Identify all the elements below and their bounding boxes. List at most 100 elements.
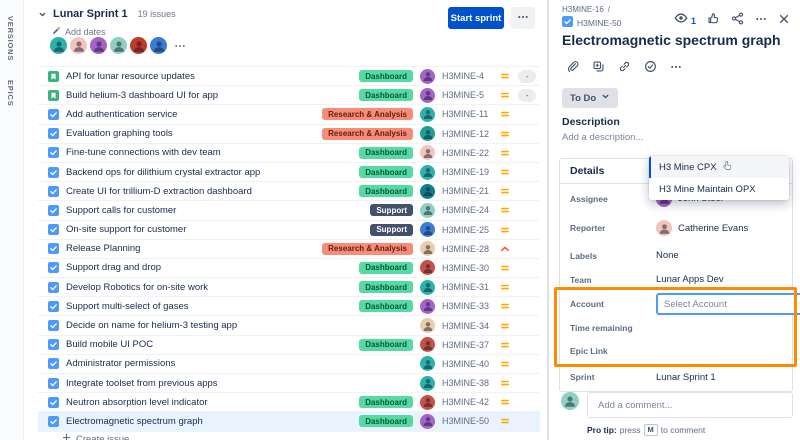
issue-row[interactable]: Electromagnetic spectrum graphDashboardH… (38, 412, 540, 431)
assignee-avatar[interactable] (420, 88, 435, 103)
assignee-avatar[interactable] (420, 280, 435, 295)
issue-title-field[interactable]: Electromagnetic spectrum graph (562, 32, 794, 48)
thumbs-up-icon (707, 12, 720, 30)
assignee-avatar[interactable] (420, 299, 435, 314)
issue-row[interactable]: Evaluation graphing toolsResearch & Anal… (38, 125, 540, 144)
issue-key: H3MINE-11 (442, 109, 492, 119)
field-value-text: Lunar Apps Dev (656, 274, 724, 285)
account-option[interactable]: H3 Mine Maintain OPX (649, 178, 789, 200)
comment-area (561, 392, 793, 418)
attachment-button[interactable] (560, 58, 584, 78)
account-label: Account (570, 299, 656, 309)
issue-row[interactable]: Integrate toolset from previous appsH3MI… (38, 374, 540, 393)
issue-row[interactable]: Backend ops for dilithium crystal extrac… (38, 163, 540, 182)
issue-title: Create UI for trillium-D extraction dash… (66, 186, 352, 197)
members-more-button[interactable] (174, 40, 186, 52)
assignee-avatar[interactable] (420, 241, 435, 256)
issue-row[interactable]: Neutron absorption level indicatorDashbo… (38, 393, 540, 412)
account-select-input[interactable] (656, 293, 800, 315)
assignee-avatar[interactable] (420, 337, 435, 352)
rail-epics-panel[interactable]: EPICS (6, 80, 15, 107)
issue-row[interactable]: Develop Robotics for on-site workDashboa… (38, 278, 540, 297)
epic-tag: Dashboard (359, 70, 413, 82)
issue-row[interactable]: Build helium-3 dashboard UI for appDashb… (38, 86, 540, 105)
toolbar-more-button[interactable] (664, 58, 688, 78)
priority-medium-icon (499, 301, 511, 311)
issue-row[interactable]: Fine-tune connections with dev teamDashb… (38, 144, 540, 163)
issue-row[interactable]: Support calls for customerSupportH3MINE-… (38, 201, 540, 220)
add-child-issue-button[interactable] (586, 58, 610, 78)
sprint-value[interactable]: Lunar Sprint 1 (656, 372, 788, 383)
breadcrumb-parent-key[interactable]: H3MINE-16 (562, 5, 604, 14)
assignee-avatar[interactable] (420, 69, 435, 84)
issue-row[interactable]: API for lunar resource updatesDashboardH… (38, 67, 540, 86)
assignee-avatar[interactable] (420, 165, 435, 180)
checklist-button[interactable] (638, 58, 662, 78)
issue-row[interactable]: On-site support for customerSupportH3MIN… (38, 221, 540, 240)
like-button[interactable] (707, 12, 720, 30)
issue-row[interactable]: Support multi-select of gasesDashboardH3… (38, 297, 540, 316)
breadcrumb: H3MINE-16 / (562, 5, 610, 14)
assignee-avatar[interactable] (420, 318, 435, 333)
estimate-badge[interactable]: - (518, 70, 536, 83)
assignee-avatar[interactable] (420, 126, 435, 141)
start-sprint-button[interactable]: Start sprint (448, 7, 504, 29)
panel-more-button[interactable] (755, 12, 767, 30)
field-value[interactable]: None (656, 250, 788, 261)
issue-title: Decide on name for helium-3 testing app (66, 320, 413, 331)
member-avatar[interactable] (70, 37, 87, 54)
link-issue-button[interactable] (612, 58, 636, 78)
issue-row[interactable]: Build mobile UI POCDashboardH3MINE-37 (38, 336, 540, 355)
issue-row[interactable]: Create UI for trillium-D extraction dash… (38, 182, 540, 201)
issue-row[interactable]: Administrator permissionsH3MINE-40 (38, 355, 540, 374)
assignee-avatar[interactable] (420, 145, 435, 160)
comment-input[interactable] (587, 392, 793, 418)
member-avatar[interactable] (150, 37, 167, 54)
watch-count: 1 (691, 16, 696, 26)
task-icon (48, 243, 59, 254)
assignee-avatar[interactable] (420, 184, 435, 199)
field-value[interactable]: Lunar Apps Dev (656, 274, 788, 285)
field-value[interactable]: Catherine Evans (656, 220, 788, 236)
assignee-avatar[interactable] (420, 222, 435, 237)
issue-row[interactable]: Decide on name for helium-3 testing appH… (38, 316, 540, 335)
issue-key-link[interactable]: H3MINE-50 (577, 18, 621, 28)
issue-key: H3MINE-33 (442, 301, 492, 311)
chevron-down-icon[interactable] (38, 10, 47, 19)
add-dates-button[interactable]: Add dates (52, 26, 106, 37)
priority-medium-icon (499, 71, 511, 81)
sprint-field-row: Sprint Lunar Sprint 1 (560, 363, 792, 391)
description-heading: Description (562, 116, 620, 128)
member-avatar[interactable] (50, 37, 67, 54)
watch-button[interactable]: 1 (674, 11, 696, 30)
assignee-avatar[interactable] (420, 203, 435, 218)
assignee-avatar[interactable] (420, 260, 435, 275)
details-title: Details (570, 165, 604, 177)
status-dropdown-button[interactable]: To Do (562, 88, 618, 108)
epic-tag: Dashboard (359, 339, 413, 351)
close-panel-button[interactable] (778, 12, 790, 30)
issue-row[interactable]: Support drag and dropDashboardH3MINE-30 (38, 259, 540, 278)
share-button[interactable] (731, 12, 744, 30)
assignee-avatar[interactable] (420, 395, 435, 410)
assignee-avatar[interactable] (420, 376, 435, 391)
issue-row[interactable]: Release PlanningResearch & AnalysisH3MIN… (38, 240, 540, 259)
rail-versions-panel[interactable]: VERSIONS (6, 16, 15, 61)
member-avatar[interactable] (110, 37, 127, 54)
issue-title: Release Planning (66, 243, 315, 254)
member-avatar[interactable] (130, 37, 147, 54)
estimate-badge[interactable]: - (518, 89, 536, 102)
assignee-avatar[interactable] (420, 414, 435, 429)
sprint-more-button[interactable] (511, 7, 535, 29)
issue-key: H3MINE-21 (442, 186, 492, 196)
issue-row[interactable]: Add authentication serviceResearch & Ana… (38, 105, 540, 124)
add-dates-label: Add dates (65, 27, 106, 37)
assignee-avatar[interactable] (420, 107, 435, 122)
create-issue-button[interactable]: Create issue (62, 433, 129, 440)
description-placeholder[interactable]: Add a description... (562, 132, 643, 143)
account-option[interactable]: H3 Mine CPX (649, 156, 789, 178)
issue-title: Support calls for customer (66, 205, 363, 216)
assignee-avatar[interactable] (420, 356, 435, 371)
member-avatar[interactable] (90, 37, 107, 54)
priority-medium-icon (499, 186, 511, 196)
